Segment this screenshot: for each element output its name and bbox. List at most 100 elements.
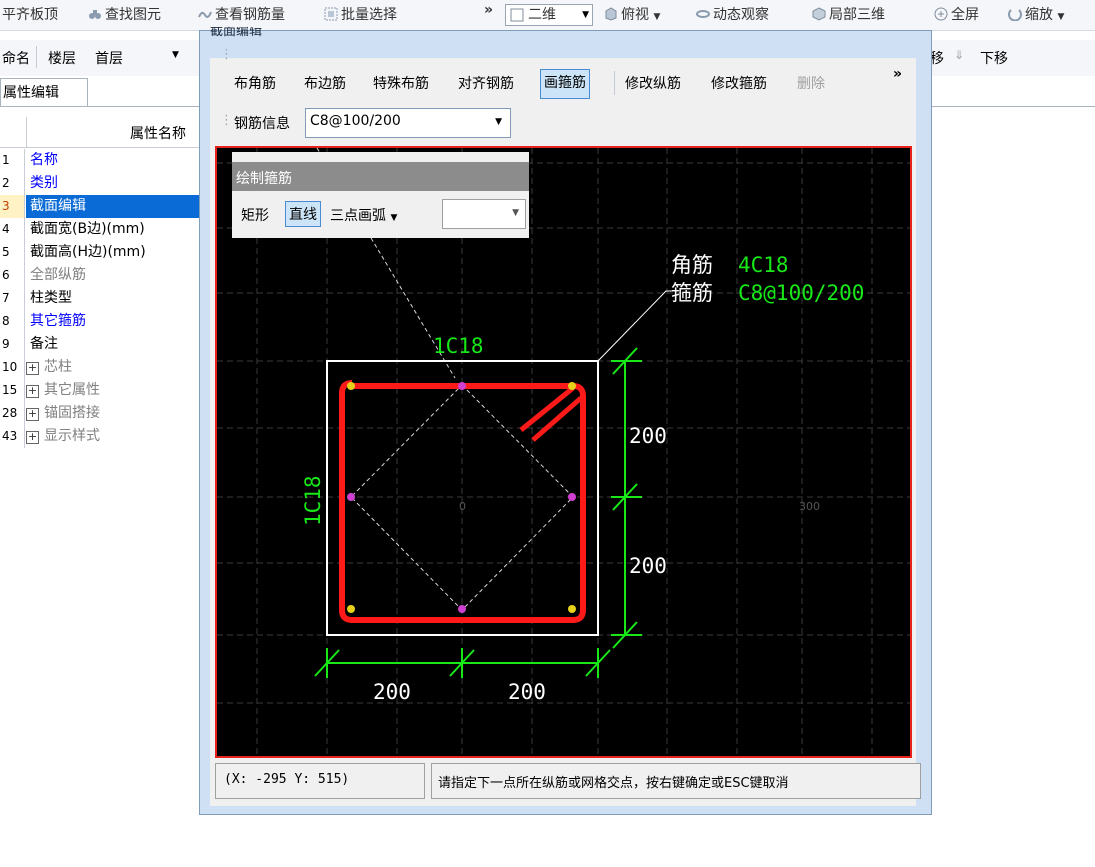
property-row-name: 全部纵筋: [30, 267, 86, 283]
property-row-number: 3: [0, 195, 25, 218]
place-side-rebar-button[interactable]: 布边筋: [304, 72, 346, 96]
dynamic-orbit-button[interactable]: 动态观察: [696, 5, 769, 25]
toolbar-more-button[interactable]: »: [484, 0, 493, 20]
corner-rebar[interactable]: [568, 605, 576, 613]
find-element-label: 查找图元: [105, 7, 161, 23]
property-row[interactable]: 1 名称: [0, 149, 200, 172]
property-row[interactable]: 15 + 其它属性: [0, 379, 200, 402]
find-element-button[interactable]: 查找图元: [88, 5, 161, 25]
property-name-header: 属性名称: [130, 126, 186, 142]
align-rebar-button[interactable]: 对齐钢筋: [458, 72, 514, 96]
modify-longitudinal-button[interactable]: 修改纵筋: [625, 72, 681, 96]
corner-rebar-value[interactable]: 4C18: [738, 253, 789, 277]
property-row[interactable]: 5 截面高(H边)(mm): [0, 241, 200, 264]
property-row[interactable]: 2 类别: [0, 172, 200, 195]
property-row-name: 截面编辑: [30, 198, 86, 214]
place-corner-rebar-button[interactable]: 布角筋: [234, 72, 276, 96]
fullscreen-label: 全屏: [951, 7, 979, 23]
property-row-name: 截面高(H边)(mm): [30, 244, 146, 260]
dialog-more-button[interactable]: »: [893, 62, 902, 86]
top-view-dropdown[interactable]: 俯视 ▼: [604, 5, 660, 25]
divider: [36, 46, 37, 68]
modify-stirrup-button[interactable]: 修改箍筋: [711, 72, 767, 96]
toolbar-grip: ⋮: [220, 113, 233, 128]
property-row[interactable]: 6 全部纵筋: [0, 264, 200, 287]
view-mode-value: 二维: [528, 7, 556, 23]
property-group-label: 显示样式: [44, 428, 100, 444]
toolbar-grip: ⋮: [220, 47, 233, 62]
side-rebar[interactable]: [347, 493, 355, 501]
zoom-dropdown[interactable]: 缩放 ▼: [1008, 5, 1064, 25]
property-row[interactable]: 3 截面编辑: [0, 195, 200, 218]
side-bar-label[interactable]: 1C18: [301, 475, 325, 526]
property-row[interactable]: 9 备注: [0, 333, 200, 356]
property-row-name: + 显示样式: [26, 425, 100, 448]
section-canvas[interactable]: 角筋 4C18 箍筋 C8@100/200 1C18 1C18 200 200 …: [215, 146, 912, 758]
special-rebar-button[interactable]: 特殊布筋: [373, 72, 429, 96]
popup-body: 矩形 直线 三点画弧 ▼ ▼: [232, 191, 529, 238]
view-mode-dropdown[interactable]: 二维 ▼: [505, 4, 593, 26]
chevron-down-icon: ▼: [512, 208, 519, 218]
expand-plus-icon[interactable]: +: [26, 385, 39, 398]
align-slab-top-button[interactable]: 平齐板顶: [2, 5, 58, 25]
property-row[interactable]: 28 + 锚固搭接: [0, 402, 200, 425]
coordinate-readout: (X: -295 Y: 515): [224, 772, 350, 787]
line-mode-button[interactable]: 直线: [285, 201, 321, 227]
arc-param-select[interactable]: ▼: [442, 199, 526, 229]
expand-plus-icon[interactable]: +: [26, 431, 39, 444]
batch-select-button[interactable]: 批量选择: [324, 5, 397, 25]
chevron-down-icon[interactable]: ▼: [172, 50, 179, 60]
fullscreen-button[interactable]: 全屏: [934, 5, 979, 25]
property-row-number: 10: [0, 356, 25, 379]
property-row-name: + 芯柱: [26, 356, 72, 379]
prompt-message: 请指定下一点所在纵筋或网格交点，按右键确定或ESC键取消: [438, 776, 789, 791]
property-table-header: 属性名称: [0, 117, 200, 148]
expand-plus-icon[interactable]: +: [26, 362, 39, 375]
property-row[interactable]: 7 柱类型: [0, 287, 200, 310]
corner-rebar[interactable]: [347, 605, 355, 613]
property-row-name: 类别: [30, 175, 58, 191]
property-row-number: 1: [0, 149, 25, 172]
three-point-arc-button[interactable]: 三点画弧 ▼: [330, 205, 397, 225]
top-view-icon: [605, 7, 617, 21]
move-down-button[interactable]: 下移: [980, 48, 1008, 68]
tab-property-edit[interactable]: 属性编辑: [0, 78, 88, 107]
property-row[interactable]: 43 + 显示样式: [0, 425, 200, 448]
property-row[interactable]: 10 + 芯柱: [0, 356, 200, 379]
section-drawing[interactable]: 角筋 4C18 箍筋 C8@100/200 1C18 1C18 200 200 …: [217, 148, 910, 756]
side-rebar[interactable]: [458, 382, 466, 390]
corner-rebar[interactable]: [568, 382, 576, 390]
delete-button[interactable]: 删除: [797, 72, 825, 96]
batch-select-icon: [324, 7, 338, 21]
dynamic-orbit-label: 动态观察: [713, 7, 769, 23]
floor-select[interactable]: 首层: [95, 48, 123, 68]
property-row-name: 备注: [30, 336, 58, 352]
rectangle-mode-button[interactable]: 矩形: [241, 205, 269, 225]
view-rebar-quantity-button[interactable]: 查看钢筋量: [198, 5, 285, 25]
side-rebar[interactable]: [568, 493, 576, 501]
property-row[interactable]: 8 其它箍筋: [0, 310, 200, 333]
property-row[interactable]: 4 截面宽(B边)(mm): [0, 218, 200, 241]
rebar-info-label: 钢筋信息: [234, 116, 290, 132]
rebar-info-select[interactable]: C8@100/200 ▼: [305, 108, 511, 138]
divider: [930, 106, 1095, 107]
expand-plus-icon[interactable]: +: [26, 408, 39, 421]
property-row-name: 截面宽(B边)(mm): [30, 221, 145, 237]
partial-3d-label: 局部三维: [829, 7, 885, 23]
property-row-number: 2: [0, 172, 25, 195]
popup-title-bar: 绘制箍筋: [232, 162, 529, 191]
chevron-down-icon: ▼: [495, 117, 502, 127]
property-row-number: 6: [0, 264, 25, 287]
side-rebar[interactable]: [458, 605, 466, 613]
arrow-down-icon: ⇓: [954, 48, 965, 62]
rebar-quantity-icon: [198, 11, 212, 18]
stirrup-label: 箍筋: [671, 281, 713, 305]
dialog-title: 截面编辑: [210, 27, 263, 39]
stirrup-value[interactable]: C8@100/200: [738, 281, 864, 305]
draw-stirrup-button[interactable]: 画箍筋: [540, 69, 590, 99]
dim-bottom-2: 200: [508, 680, 546, 704]
top-bar-label[interactable]: 1C18: [433, 334, 484, 358]
property-row-number: 28: [0, 402, 25, 425]
partial-3d-button[interactable]: 局部三维: [812, 5, 885, 25]
corner-rebar[interactable]: [347, 382, 355, 390]
